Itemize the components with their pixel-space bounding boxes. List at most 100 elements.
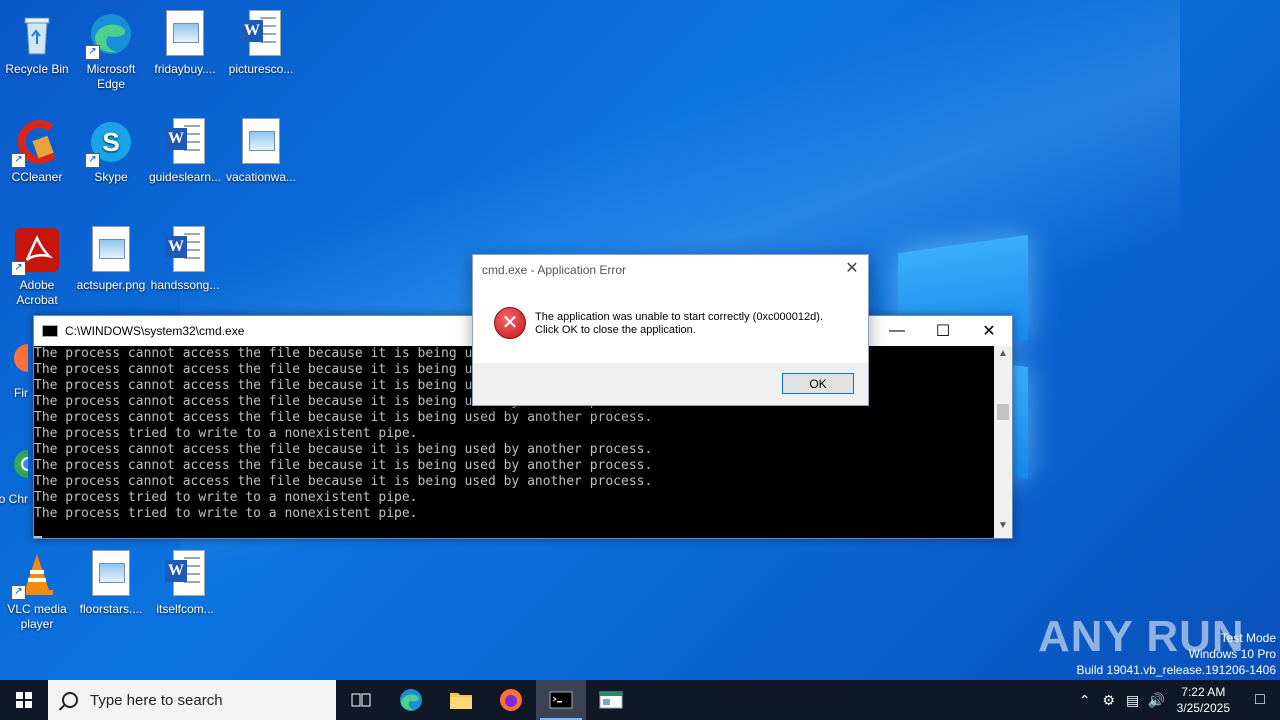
recycle-bin-icon (13, 10, 61, 58)
desktop-icon-microsoft-edge[interactable]: ↗ Microsoft Edge (74, 6, 148, 92)
taskbar-cmd[interactable] (536, 680, 586, 720)
desktop-icon-label: VLC media player (7, 602, 67, 631)
clock-date: 3/25/2025 (1176, 701, 1230, 715)
search-placeholder: Type here to search (90, 691, 223, 709)
edge-icon (400, 689, 422, 711)
console-line: The process cannot access the file becau… (34, 458, 653, 473)
dialog-message-line2: Click OK to close the application. (535, 324, 696, 336)
skype-icon: S ↗ (85, 118, 135, 168)
firefox-icon (500, 689, 522, 711)
desktop-icon-chrome-partial[interactable]: Go Chr (0, 436, 42, 507)
application-error-dialog[interactable]: cmd.exe - Application Error ✕ ✕ The appl… (472, 254, 869, 406)
desktop-icon-itselfcom[interactable]: W itselfcom... (148, 546, 222, 617)
taskbar: Type here to search ⌃ ⚙ ▤ 🔊 7:22 AM 3/25… (0, 680, 1280, 720)
desktop-icon-label: actsuper.png (76, 278, 146, 292)
word-document-icon: W (161, 550, 209, 598)
desktop-icon-label: handssong... (150, 278, 220, 292)
error-icon: ✕ (494, 307, 526, 339)
desktop-icon-firefox-partial[interactable]: Fir (0, 330, 42, 401)
taskbar-edge[interactable] (386, 680, 436, 720)
watermark-line2: Windows 10 Pro (1188, 647, 1276, 661)
taskbar-app-window[interactable] (586, 680, 636, 720)
task-view-button[interactable] (336, 680, 386, 720)
ccleaner-icon: ↗ (11, 118, 61, 168)
scroll-thumb[interactable] (997, 404, 1009, 420)
console-line: The process cannot access the file becau… (34, 474, 653, 489)
dialog-message-line1: The application was unable to start corr… (535, 311, 823, 323)
taskbar-file-explorer[interactable] (436, 680, 486, 720)
cmd-scrollbar[interactable]: ▲ ▼ (994, 346, 1012, 538)
desktop-icon-label: Adobe Acrobat (16, 278, 58, 307)
desktop-icon-label: Microsoft Edge (86, 62, 136, 91)
cmd-icon (549, 691, 573, 709)
clock-time: 7:22 AM (1181, 685, 1226, 699)
dialog-close-icon[interactable]: ✕ (844, 261, 860, 277)
console-cursor (34, 536, 42, 538)
desktop-icon-adobe-acrobat[interactable]: ↗ Adobe Acrobat (0, 222, 74, 308)
network-icon[interactable]: ▤ (1121, 692, 1145, 709)
system-watermark: Test Mode Windows 10 Pro Build 19041.vb_… (1077, 630, 1277, 678)
console-line: The process cannot access the file becau… (34, 442, 653, 457)
word-document-icon: W (161, 226, 209, 274)
desktop-icon-guideslearn[interactable]: W guideslearn... (148, 114, 222, 185)
desktop-icon-picturesco[interactable]: W picturesco... (224, 6, 298, 77)
desktop-icon-label: guideslearn... (148, 170, 222, 184)
watermark-line3: Build 19041.vb_release.191206-1406 (1076, 663, 1277, 677)
adobe-acrobat-icon: ↗ (11, 226, 61, 276)
minimize-button[interactable]: — (874, 316, 920, 345)
svg-text:S: S (102, 127, 119, 157)
desktop-icon-vlc[interactable]: ↗ VLC media player (0, 546, 74, 632)
desktop-icon-label: fridaybuy.... (154, 62, 216, 76)
word-document-icon: W (161, 118, 209, 166)
maximize-button[interactable]: ☐ (920, 316, 966, 345)
console-line: The process tried to write to a nonexist… (34, 490, 418, 505)
console-line: The process cannot access the file becau… (34, 410, 653, 425)
folder-icon (450, 693, 472, 709)
close-button[interactable]: ✕ (966, 316, 1012, 345)
notification-icon[interactable]: □ (1240, 691, 1280, 709)
image-file-icon (87, 550, 135, 598)
volume-icon[interactable]: 🔊 (1145, 692, 1169, 709)
desktop-icon-ccleaner[interactable]: ↗ CCleaner (0, 114, 74, 185)
dialog-footer: OK (473, 363, 868, 405)
chrome-icon (8, 440, 42, 488)
windows-start-icon (16, 692, 32, 708)
image-file-icon (87, 226, 135, 274)
edge-icon: ↗ (85, 10, 135, 60)
dialog-title: cmd.exe - Application Error (482, 263, 627, 277)
desktop-icon-label: floorstars.... (79, 602, 143, 616)
start-button[interactable] (0, 680, 48, 720)
meet-now-icon[interactable]: ⚙ (1097, 692, 1121, 709)
chevron-up-icon[interactable]: ⌃ (1073, 692, 1097, 709)
desktop-icon-label: Go Chr (0, 492, 28, 506)
console-line: The process tried to write to a nonexist… (34, 426, 418, 441)
desktop-icon-label: Skype (94, 170, 128, 184)
taskbar-search-box[interactable]: Type here to search (48, 680, 336, 720)
desktop-icon-fridaybuy[interactable]: fridaybuy.... (148, 6, 222, 77)
desktop-icon-vacationwa[interactable]: vacationwa... (224, 114, 298, 185)
console-line: The process tried to write to a nonexist… (34, 506, 418, 521)
cmd-window-title: C:\WINDOWS\system32\cmd.exe (65, 323, 245, 338)
desktop-icon-label: Recycle Bin (5, 62, 69, 76)
taskbar-firefox[interactable] (486, 680, 536, 720)
desktop-icon-actsuper[interactable]: actsuper.png (74, 222, 148, 293)
word-document-icon: W (237, 10, 285, 58)
desktop-icon-skype[interactable]: S ↗ Skype (74, 114, 148, 185)
image-file-icon (237, 118, 285, 166)
taskbar-clock[interactable]: 7:22 AM 3/25/2025 (1177, 684, 1230, 716)
system-tray: ⌃ ⚙ ▤ 🔊 7:22 AM 3/25/2025 □ (1073, 680, 1280, 720)
scroll-down-icon[interactable]: ▼ (994, 520, 1012, 536)
task-view-icon (351, 693, 371, 707)
watermark-line1: Test Mode (1220, 631, 1276, 645)
desktop-icon-label: picturesco... (228, 62, 294, 76)
cmd-icon (42, 324, 58, 337)
desktop-icon-handssong[interactable]: W handssong... (148, 222, 222, 293)
firefox-icon (8, 334, 42, 382)
desktop-icon-recycle-bin[interactable]: Recycle Bin (0, 6, 74, 77)
desktop-icon-floorstars[interactable]: floorstars.... (74, 546, 148, 617)
scroll-up-icon[interactable]: ▲ (994, 348, 1012, 364)
search-icon (62, 692, 78, 708)
dialog-message: The application was unable to start corr… (535, 311, 823, 337)
ok-button[interactable]: OK (782, 373, 854, 394)
application-window-icon (599, 691, 623, 709)
